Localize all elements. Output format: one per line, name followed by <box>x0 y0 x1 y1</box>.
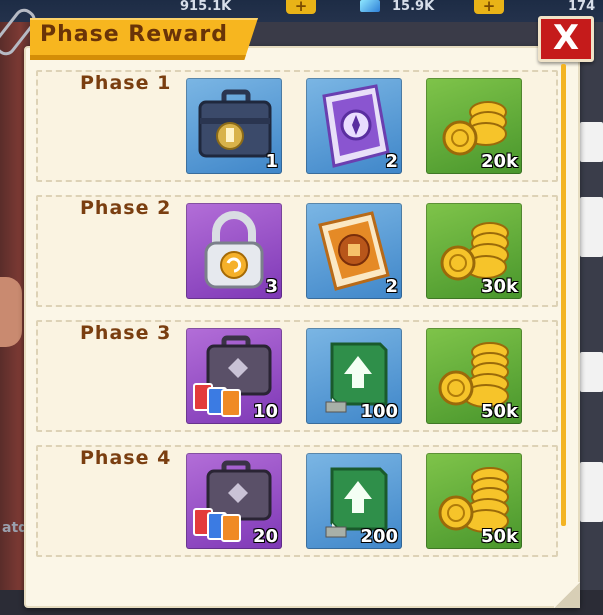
phase-row-3: Phase 3 10 100 50k <box>36 320 558 432</box>
reward-quantity: 10 <box>252 401 278 422</box>
currency-1-value: 915.1K <box>180 0 232 14</box>
reward-item[interactable]: 100 <box>306 328 402 424</box>
reward-item[interactable]: 1 <box>186 78 282 174</box>
reward-quantity: 50k <box>480 401 518 422</box>
reward-item[interactable]: 30k <box>426 203 522 299</box>
currency-2-value: 15.9K <box>392 0 435 14</box>
phase-label: Phase 2 <box>80 197 172 219</box>
reward-quantity: 1 <box>265 151 278 172</box>
reward-quantity: 20k <box>480 151 518 172</box>
phase-row-2: Phase 2 3 2 30k <box>36 195 558 307</box>
phase-row-4: Phase 4 20 200 50k <box>36 445 558 557</box>
add-currency-1-button[interactable]: + <box>286 0 316 14</box>
reward-quantity: 100 <box>360 401 398 422</box>
close-button[interactable]: X <box>538 16 594 62</box>
phase-label: Phase 4 <box>80 447 172 469</box>
currency-3-value: 174 <box>568 0 596 14</box>
phase-label: Phase 3 <box>80 322 172 344</box>
dialog-title: Phase Reward <box>40 22 228 47</box>
reward-quantity: 30k <box>480 276 518 297</box>
gem-icon <box>360 0 380 12</box>
reward-item[interactable]: 20 <box>186 453 282 549</box>
phase-row-1: Phase 1 1 2 20k <box>36 70 558 182</box>
phase-label: Phase 1 <box>80 72 172 94</box>
reward-item[interactable]: 2 <box>306 78 402 174</box>
reward-quantity: 50k <box>480 526 518 547</box>
reward-item[interactable]: 10 <box>186 328 282 424</box>
reward-item[interactable]: 50k <box>426 453 522 549</box>
reward-quantity: 20 <box>252 526 278 547</box>
reward-item[interactable]: 3 <box>186 203 282 299</box>
reward-quantity: 3 <box>265 276 278 297</box>
reward-item[interactable]: 20k <box>426 78 522 174</box>
reward-item[interactable]: 2 <box>306 203 402 299</box>
scrollbar[interactable] <box>561 64 566 526</box>
reward-item[interactable]: 50k <box>426 328 522 424</box>
reward-quantity: 2 <box>385 151 398 172</box>
reward-quantity: 2 <box>385 276 398 297</box>
reward-quantity: 200 <box>360 526 398 547</box>
reward-item[interactable]: 200 <box>306 453 402 549</box>
add-currency-2-button[interactable]: + <box>474 0 504 14</box>
